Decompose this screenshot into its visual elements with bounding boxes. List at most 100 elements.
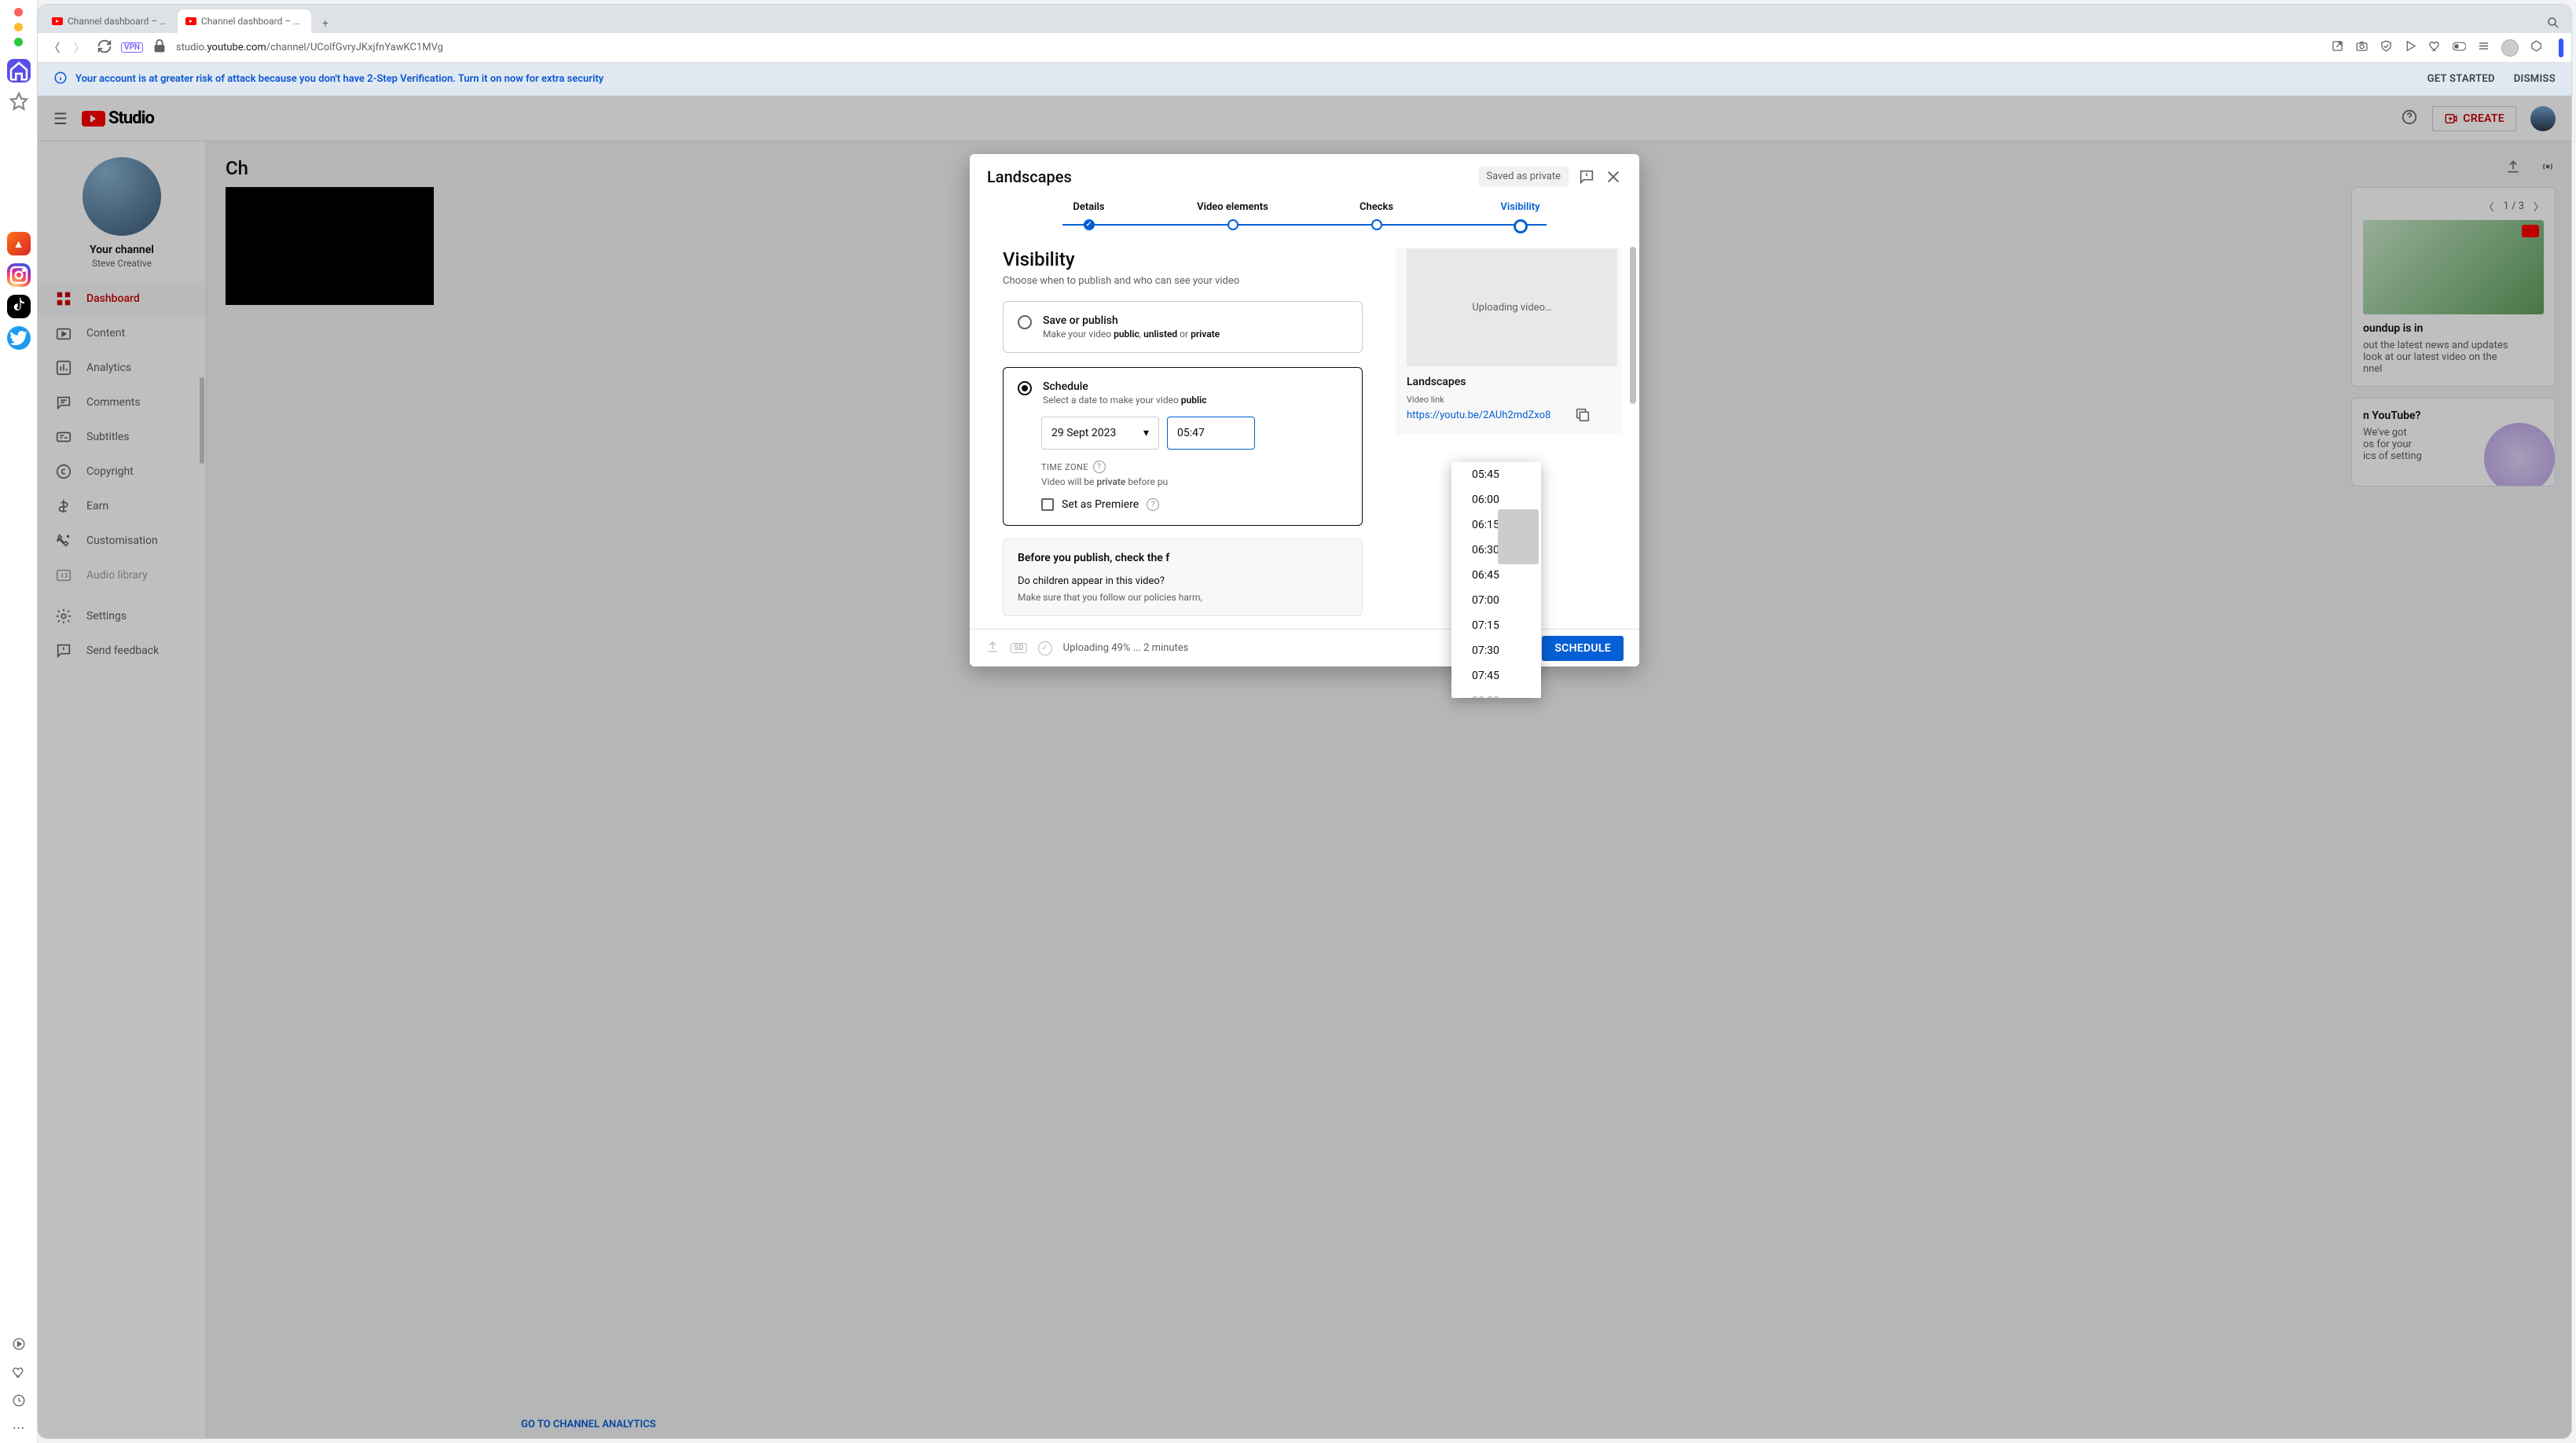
sidebar-toggle-icon[interactable] — [2559, 39, 2563, 57]
copy-icon[interactable] — [1574, 406, 1591, 424]
save-publish-option[interactable]: Save or publish Make your video public, … — [1003, 301, 1363, 353]
time-dropdown[interactable]: 05:45 06:00 06:15 06:30 06:45 07:00 07:1… — [1451, 462, 1541, 698]
camera-icon[interactable] — [2355, 39, 2369, 56]
time-input[interactable]: 05:47 — [1167, 417, 1255, 450]
option-subtitle: Select a date to make your video public — [1043, 395, 1206, 406]
time-option[interactable]: 05:45 — [1451, 462, 1541, 487]
address-bar: 〈 〉 VPN studio.youtube.com/channel/UColf… — [38, 33, 2571, 63]
tab-search-icon[interactable] — [2546, 16, 2565, 33]
step-visibility[interactable]: Visibility — [1448, 201, 1592, 233]
check-title: Before you publish, check the f — [1018, 552, 1348, 564]
extensions-icon[interactable] — [2530, 39, 2543, 56]
rail-heart-icon[interactable] — [12, 1364, 26, 1381]
section-heading: Visibility — [1003, 248, 1363, 270]
browser-tab-active[interactable]: Channel dashboard – Yo — [178, 9, 311, 33]
preview-label: Video link — [1407, 395, 1611, 405]
forward-icon: 〉 — [71, 39, 88, 56]
time-option[interactable]: 08:00 — [1451, 688, 1541, 698]
os-rail: ▲ ⋯ — [0, 0, 38, 1443]
rail-home-icon[interactable] — [7, 59, 31, 83]
upload-stepper: Details✓ Video elements Checks Visibilit… — [970, 201, 1639, 242]
check-note: Make sure that you follow our policies h… — [1018, 592, 1348, 603]
rail-more-icon[interactable]: ⋯ — [13, 1420, 25, 1435]
url-text[interactable]: studio.youtube.com/channel/UColfGvryJKxj… — [176, 42, 2323, 53]
publish-checks: Before you publish, check the f Do child… — [1003, 538, 1363, 616]
section-subtitle: Choose when to publish and who can see y… — [1003, 275, 1363, 287]
upload-modal: Landscapes Saved as private Details✓ Vid… — [970, 154, 1639, 666]
rail-history-icon[interactable] — [12, 1392, 26, 1409]
help-icon[interactable]: ? — [1147, 498, 1159, 511]
check-status-icon: ✓ — [1038, 641, 1052, 655]
vpn-badge[interactable]: VPN — [121, 42, 143, 53]
timezone-row[interactable]: TIME ZONE? — [1041, 461, 1348, 473]
heart-icon[interactable] — [2428, 39, 2442, 56]
play-icon[interactable] — [2404, 39, 2417, 56]
checkbox-unchecked[interactable] — [1041, 498, 1054, 511]
info-icon — [53, 71, 68, 88]
tab-title: Channel dashboard – Yo — [201, 16, 303, 27]
close-icon[interactable] — [1605, 168, 1622, 185]
save-status-badge: Saved as private — [1478, 167, 1569, 186]
modal-title: Landscapes — [987, 167, 1072, 186]
schedule-option: Schedule Select a date to make your vide… — [1003, 367, 1363, 526]
video-preview: Uploading video… — [1407, 248, 1617, 366]
rail-app-icon[interactable]: ▲ — [7, 232, 31, 255]
lock-icon[interactable] — [151, 38, 168, 58]
time-option[interactable]: 07:45 — [1451, 663, 1541, 688]
upload-status-icon — [985, 640, 1000, 657]
radio-checked[interactable] — [1018, 381, 1032, 395]
feedback-icon[interactable] — [1578, 168, 1595, 185]
profile-avatar-icon[interactable] — [2501, 39, 2519, 57]
dismiss-button[interactable]: DISMISS — [2514, 73, 2556, 85]
share-icon[interactable] — [2331, 39, 2344, 56]
new-tab-button[interactable]: + — [316, 14, 335, 33]
schedule-button[interactable]: SCHEDULE — [1542, 636, 1624, 661]
chevron-down-icon: ▾ — [1143, 427, 1149, 439]
preview-title: Landscapes — [1407, 376, 1611, 388]
banner-message: Your account is at greater risk of attac… — [75, 73, 604, 85]
rail-instagram-icon[interactable] — [7, 263, 31, 287]
video-link[interactable]: https://youtu.be/2AUh2mdZxo8 — [1407, 409, 1550, 421]
step-elements[interactable]: Video elements — [1161, 201, 1305, 230]
step-checks[interactable]: Checks — [1305, 201, 1448, 230]
time-option[interactable]: 07:00 — [1451, 588, 1541, 613]
page: Your account is at greater risk of attac… — [38, 63, 2571, 1438]
help-icon[interactable]: ? — [1093, 461, 1106, 473]
scrollbar-thumb[interactable] — [1498, 509, 1539, 564]
window-controls[interactable] — [14, 8, 23, 46]
video-link-row: https://youtu.be/2AUh2mdZxo8 — [1407, 406, 1611, 424]
check-question: Do children appear in this video? — [1018, 575, 1348, 587]
time-option[interactable]: 07:30 — [1451, 638, 1541, 663]
time-option[interactable]: 06:45 — [1451, 563, 1541, 588]
back-icon[interactable]: 〈 — [46, 39, 63, 56]
rail-star-icon[interactable] — [7, 90, 31, 114]
reload-icon[interactable] — [96, 38, 113, 58]
time-option[interactable]: 07:15 — [1451, 613, 1541, 638]
check-shield-icon[interactable] — [2380, 39, 2393, 56]
rail-tiktok-icon[interactable] — [7, 295, 31, 318]
modal-header: Landscapes Saved as private — [970, 154, 1639, 200]
get-started-button[interactable]: GET STARTED — [2427, 73, 2495, 85]
toggle-icon[interactable] — [2453, 42, 2466, 54]
sd-badge: SD — [1011, 643, 1027, 653]
browser-window: Channel dashboard – Yo Channel dashboard… — [38, 5, 2571, 1438]
youtube-icon — [52, 17, 63, 25]
tab-strip: Channel dashboard – Yo Channel dashboard… — [38, 5, 2571, 33]
rail-play-icon[interactable] — [12, 1335, 26, 1353]
radio-unchecked[interactable] — [1018, 315, 1032, 329]
youtube-icon — [185, 17, 196, 25]
rail-twitter-icon[interactable] — [7, 326, 31, 350]
security-banner: Your account is at greater risk of attac… — [38, 63, 2571, 96]
option-title: Schedule — [1043, 380, 1206, 393]
tab-title: Channel dashboard – Yo — [68, 16, 170, 27]
modal-body-left: Visibility Choose when to publish and wh… — [970, 242, 1396, 629]
browser-tab[interactable]: Channel dashboard – Yo — [44, 9, 178, 33]
menu-icon[interactable] — [2477, 39, 2490, 56]
date-picker[interactable]: 29 Sept 2023▾ — [1041, 417, 1159, 450]
step-details[interactable]: Details✓ — [1017, 201, 1161, 230]
scrollbar-thumb[interactable] — [1630, 247, 1636, 404]
option-title: Save or publish — [1043, 314, 1220, 327]
upload-status-text: Uploading 49% ... 2 minutes — [1063, 642, 1189, 654]
private-note: Video will be private before pu — [1041, 476, 1348, 487]
premiere-row[interactable]: Set as Premiere? — [1041, 498, 1348, 511]
